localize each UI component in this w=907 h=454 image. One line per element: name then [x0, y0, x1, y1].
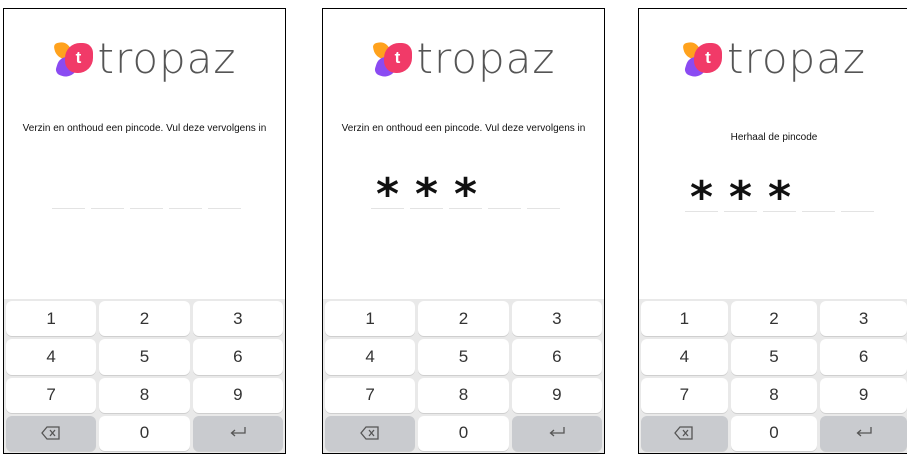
enter-key[interactable] [192, 415, 283, 451]
phone-screen-3: t tropaz Herhaal de pincode * * * 1 2 3 … [638, 8, 907, 454]
key-7[interactable]: 7 [641, 377, 728, 413]
logo-letter: t [75, 48, 82, 67]
pin-entry-field[interactable]: * * * [371, 171, 560, 219]
pin-digit-3: * [449, 171, 482, 219]
pin-digit-4 [169, 171, 202, 209]
key-5[interactable]: 5 [730, 339, 818, 375]
pin-digit-3 [130, 171, 163, 209]
pin-digit-2: * [724, 174, 757, 222]
key-6[interactable]: 6 [511, 339, 602, 375]
tropaz-logo-mark: t [371, 37, 414, 81]
enter-key[interactable] [820, 415, 907, 451]
enter-icon [230, 427, 246, 437]
key-7[interactable]: 7 [325, 377, 416, 413]
pin-digit-5 [527, 171, 560, 209]
key-8[interactable]: 8 [99, 377, 190, 413]
enter-icon [856, 427, 872, 437]
backspace-icon [674, 426, 693, 441]
enter-key[interactable] [511, 415, 602, 451]
pin-digit-1: * [371, 171, 404, 219]
pin-instruction: Herhaal de pincode [730, 132, 818, 143]
pin-digit-2: * [410, 171, 443, 219]
pin-entry-field[interactable] [52, 171, 241, 209]
key-9[interactable]: 9 [511, 377, 602, 413]
key-1[interactable]: 1 [641, 301, 728, 337]
key-5[interactable]: 5 [418, 339, 509, 375]
key-6[interactable]: 6 [192, 339, 283, 375]
backspace-key[interactable] [641, 415, 728, 451]
enter-icon [549, 427, 565, 437]
logo-wordmark: tropaz [97, 34, 237, 83]
pin-digit-4 [488, 171, 521, 209]
key-9[interactable]: 9 [192, 377, 283, 413]
key-8[interactable]: 8 [418, 377, 509, 413]
logo-wordmark: tropaz [727, 34, 866, 83]
tropaz-logo-mark: t [52, 37, 95, 81]
tropaz-logo: t tropaz [323, 33, 604, 85]
pin-digit-1 [52, 171, 85, 209]
key-0[interactable]: 0 [730, 415, 818, 451]
phone-screen-1: t tropaz Verzin en onthoud een pincode. … [3, 8, 286, 454]
backspace-key[interactable] [6, 415, 97, 451]
backspace-icon [41, 426, 60, 441]
pin-digit-2 [91, 171, 124, 209]
key-7[interactable]: 7 [6, 377, 97, 413]
key-6[interactable]: 6 [820, 339, 907, 375]
key-3[interactable]: 3 [511, 301, 602, 337]
pin-entry-field[interactable]: * * * [685, 174, 874, 222]
tropaz-logo-mark: t [682, 37, 724, 81]
pin-instruction: Verzin en onthoud een pincode. Vul deze … [341, 123, 586, 134]
key-4[interactable]: 4 [641, 339, 728, 375]
phone-screen-2: t tropaz Verzin en onthoud een pincode. … [322, 8, 605, 454]
key-5[interactable]: 5 [99, 339, 190, 375]
key-4[interactable]: 4 [325, 339, 416, 375]
pin-digit-4 [802, 174, 835, 212]
key-1[interactable]: 1 [6, 301, 97, 337]
tropaz-logo: t tropaz [639, 33, 907, 85]
pin-digit-3: * [763, 174, 796, 222]
key-2[interactable]: 2 [99, 301, 190, 337]
pin-digit-1: * [685, 174, 718, 222]
logo-wordmark: tropaz [416, 34, 556, 83]
key-3[interactable]: 3 [820, 301, 907, 337]
backspace-icon [360, 426, 379, 441]
key-0[interactable]: 0 [99, 415, 190, 451]
numeric-keypad: 1 2 3 4 5 6 7 8 9 0 [323, 299, 604, 453]
backspace-key[interactable] [325, 415, 416, 451]
key-2[interactable]: 2 [730, 301, 818, 337]
key-9[interactable]: 9 [820, 377, 907, 413]
pin-digit-5 [841, 174, 874, 212]
pin-instruction: Verzin en onthoud een pincode. Vul deze … [22, 123, 267, 134]
logo-letter: t [705, 48, 711, 67]
key-1[interactable]: 1 [325, 301, 416, 337]
key-4[interactable]: 4 [6, 339, 97, 375]
key-8[interactable]: 8 [730, 377, 818, 413]
numeric-keypad: 1 2 3 4 5 6 7 8 9 0 [639, 299, 907, 453]
tropaz-logo: t tropaz [4, 33, 285, 85]
logo-letter: t [394, 48, 401, 67]
key-0[interactable]: 0 [418, 415, 509, 451]
numeric-keypad: 1 2 3 4 5 6 7 8 9 0 [4, 299, 285, 453]
key-2[interactable]: 2 [418, 301, 509, 337]
key-3[interactable]: 3 [192, 301, 283, 337]
pin-digit-5 [208, 171, 241, 209]
